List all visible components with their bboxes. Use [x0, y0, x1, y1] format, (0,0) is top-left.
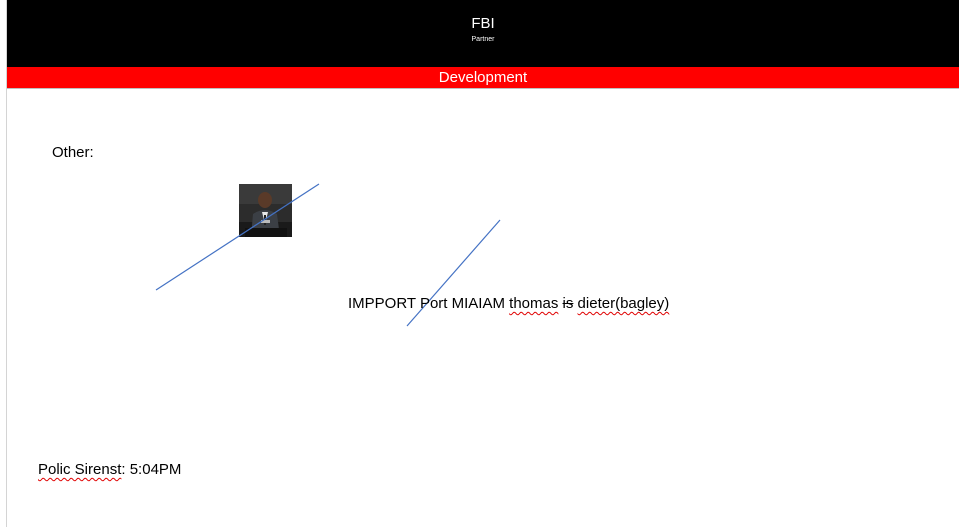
portrait-photo[interactable]: [239, 184, 292, 237]
header-title: FBI: [471, 15, 495, 32]
other-label: Other:: [52, 144, 94, 161]
import-paragraph: IMPPORT Port MIAIAM thomas is dieter(bag…: [348, 295, 669, 313]
police-separator: :: [121, 461, 126, 478]
police-time: 5:04PM: [129, 461, 182, 478]
document-page: FBI Partner Development Other: IMPPORT P…: [0, 0, 959, 527]
struck-word-thomas: thomas: [509, 295, 559, 312]
struck-word-dieter: dieter(bagley): [577, 295, 670, 312]
section-banner: Development: [7, 67, 959, 88]
banner-divider: [7, 88, 959, 89]
header-subtitle: Partner: [471, 36, 495, 43]
portrait-photo-image: [239, 184, 292, 237]
header-band: FBI Partner: [7, 0, 959, 67]
police-paragraph: Polic Sirenst: 5:04PM: [38, 461, 181, 479]
import-plain-text: IMPPORT Port MIAIAM: [348, 295, 505, 312]
drawn-line-left[interactable]: [155, 183, 320, 291]
struck-word-is: is: [562, 295, 574, 312]
police-label: Polic Sirenst: [38, 461, 122, 478]
